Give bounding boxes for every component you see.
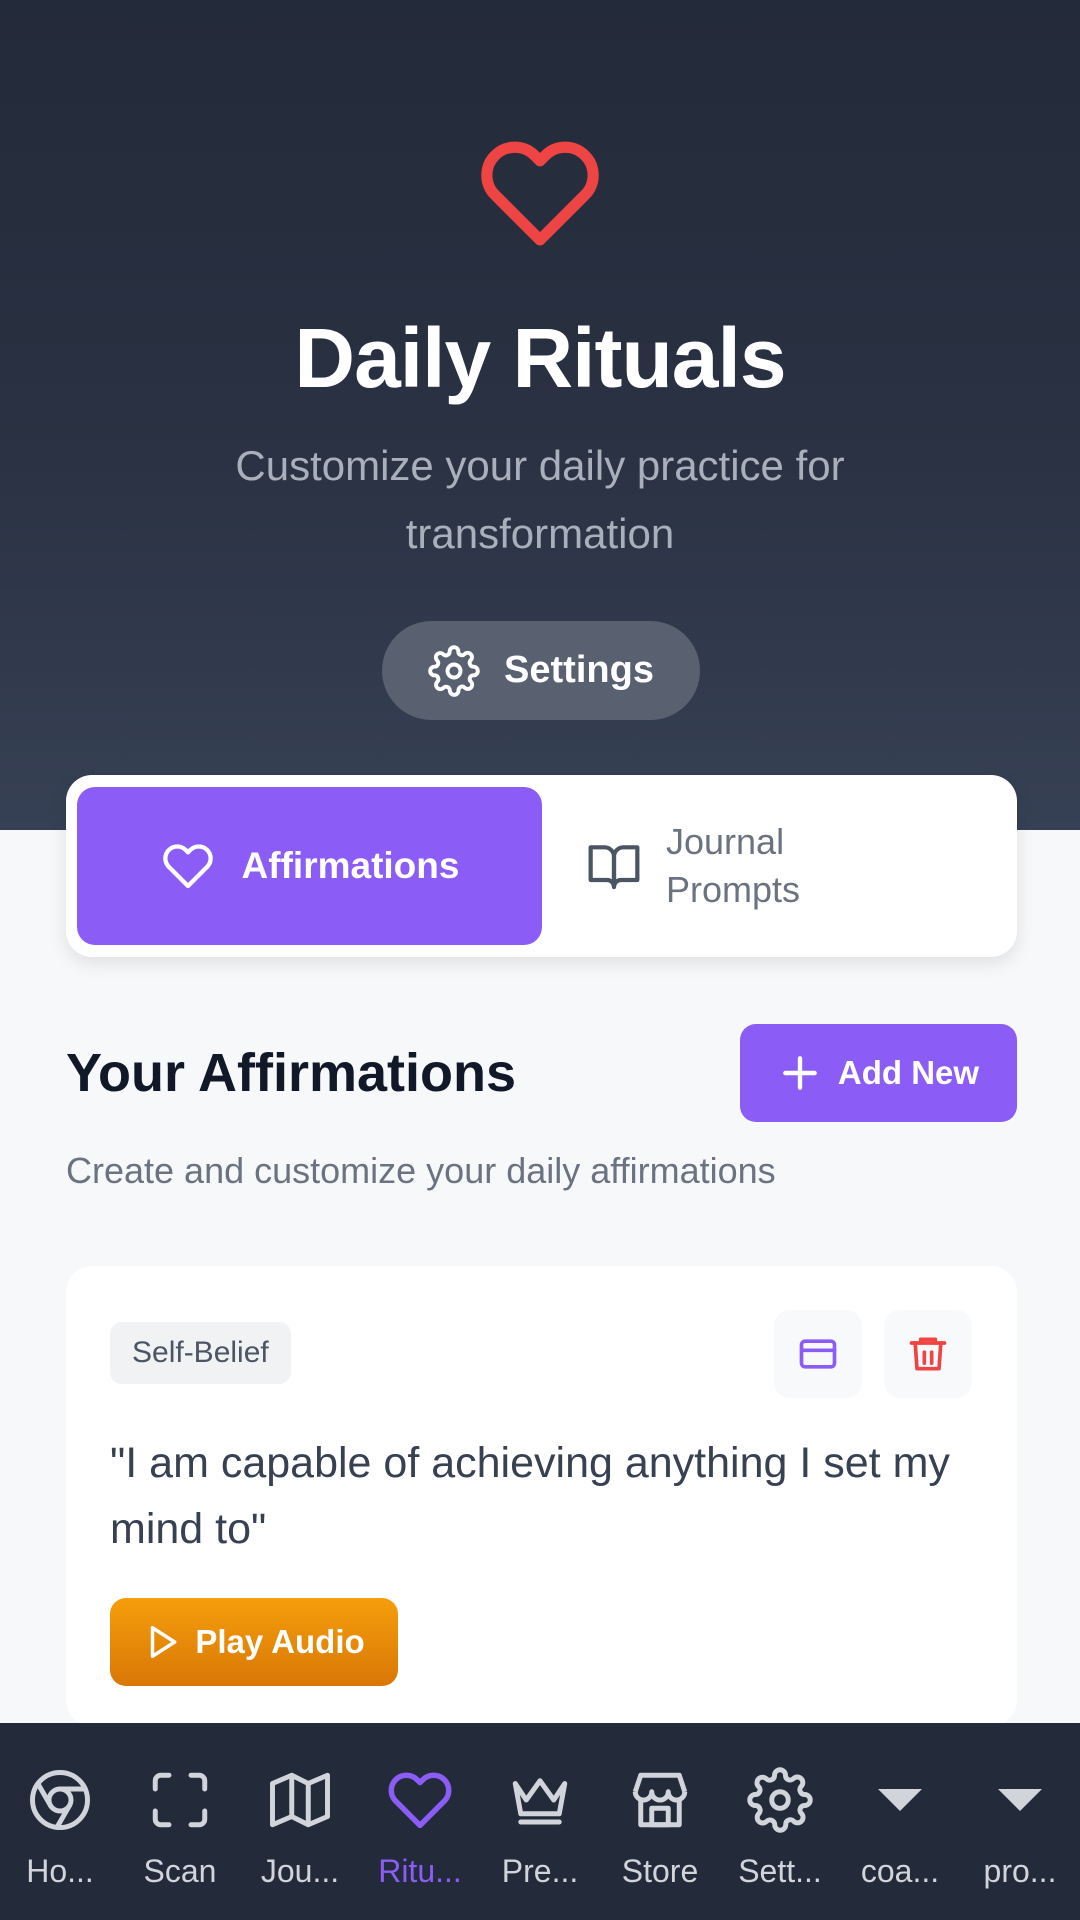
nav-label: Ho... [26, 1853, 94, 1889]
nav-item-store[interactable]: Store [600, 1723, 720, 1920]
affirmation-card: Self-Belief "I am capable of achieving a… [66, 1266, 1017, 1726]
caret-down-icon [878, 1789, 922, 1811]
chrome-icon [30, 1770, 90, 1830]
section-subtitle: Create and customize your daily affirmat… [66, 1150, 776, 1191]
tab-label: Affirmations [241, 845, 460, 886]
nav-label: Scan [143, 1853, 217, 1889]
nav-label: Store [621, 1853, 699, 1889]
plus-icon [783, 1056, 817, 1090]
scan-icon [152, 1772, 208, 1828]
affirmation-text: "I am capable of achieving anything I se… [110, 1439, 950, 1553]
add-new-button[interactable]: Add New [740, 1024, 1017, 1122]
nav-item-profile[interactable]: pro... [960, 1723, 1080, 1920]
nav-label: Pre... [501, 1853, 579, 1889]
bottom-nav: Ho... Scan Jou... Ritu... Pre... Store S… [0, 1723, 1080, 1920]
play-icon [151, 1626, 177, 1658]
play-audio-button[interactable]: Play Audio [110, 1598, 398, 1686]
add-new-label: Add New [837, 1054, 980, 1091]
caret-down-icon [998, 1789, 1042, 1811]
tab-journal-prompts[interactable]: Journal Prompts [586, 787, 986, 945]
nav-label: pro... [983, 1853, 1057, 1889]
nav-label: coa... [860, 1853, 940, 1889]
edit-button[interactable] [774, 1310, 862, 1398]
play-audio-label: Play Audio [195, 1623, 365, 1660]
map-icon [270, 1772, 330, 1828]
nav-item-settings[interactable]: Sett... [720, 1723, 840, 1920]
settings-button[interactable]: Settings [382, 621, 700, 720]
book-open-icon [588, 845, 640, 890]
tab-affirmations[interactable]: Affirmations [77, 787, 542, 945]
settings-label: Settings [504, 649, 654, 691]
page-subtitle: Customize your daily practice for transf… [235, 442, 845, 557]
section-title: Your Affirmations [66, 1043, 517, 1103]
trash-icon [909, 1337, 947, 1371]
category-badge: Self-Belief [110, 1322, 291, 1384]
nav-label: Ritu... [378, 1853, 462, 1889]
heart-icon [481, 141, 599, 246]
gear-icon [747, 1767, 813, 1833]
heart-icon [388, 1772, 452, 1829]
delete-button[interactable] [884, 1310, 972, 1398]
tab-bar: Affirmations Journal Prompts [66, 775, 1017, 957]
store-icon [632, 1772, 688, 1828]
nav-label: Sett... [738, 1853, 822, 1889]
nav-item-coach[interactable]: coa... [840, 1723, 960, 1920]
tab-label: Journal Prompts [666, 821, 801, 910]
card-icon [799, 1339, 837, 1369]
page-title: Daily Rituals [294, 311, 786, 405]
crown-icon [512, 1778, 568, 1825]
hero-header: Daily Rituals Customize your daily pract… [0, 0, 1080, 830]
nav-item-scan[interactable]: Scan [120, 1723, 240, 1920]
nav-item-home[interactable]: Ho... [0, 1723, 120, 1920]
gear-icon [428, 644, 480, 697]
heart-icon [162, 844, 213, 889]
nav-item-rituals[interactable]: Ritu... [360, 1723, 480, 1920]
nav-item-premium[interactable]: Pre... [480, 1723, 600, 1920]
nav-label: Jou... [260, 1853, 340, 1889]
nav-item-journey[interactable]: Jou... [240, 1723, 360, 1920]
